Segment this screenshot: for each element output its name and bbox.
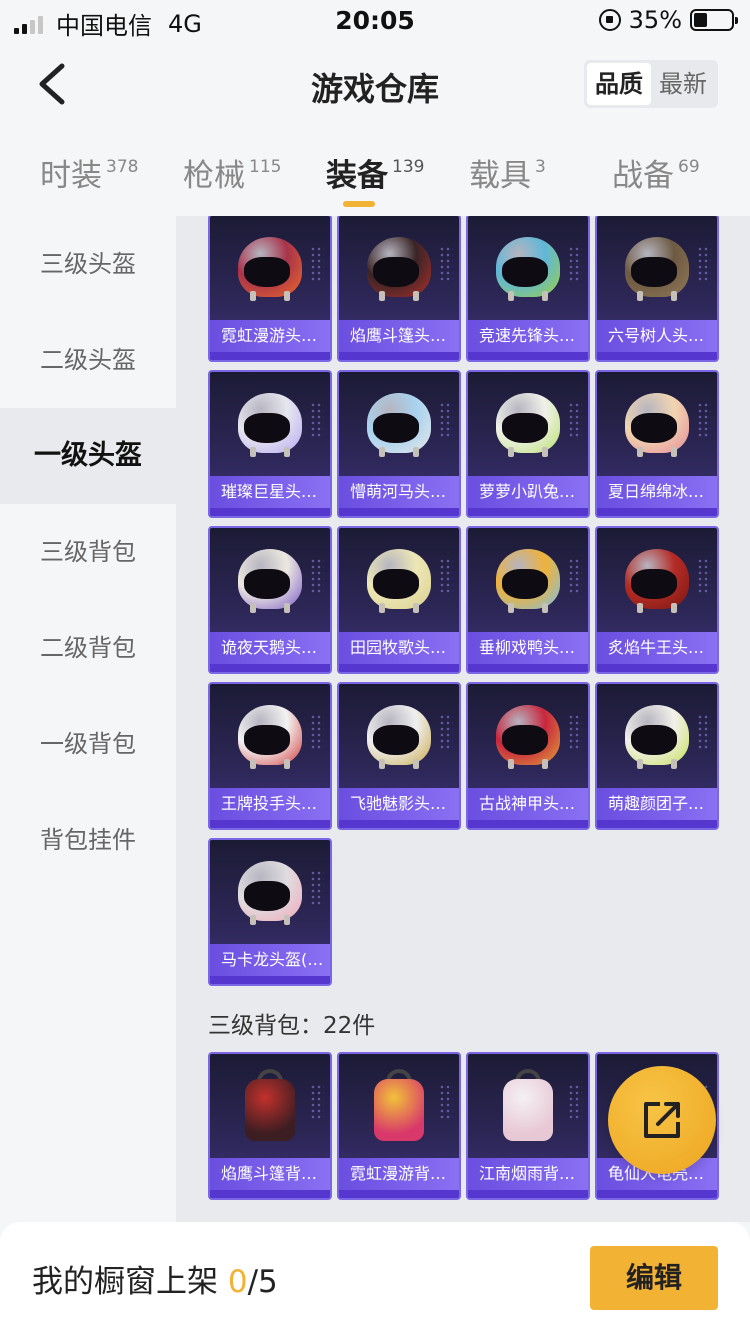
item-name: 夏日绵绵冰… [597, 476, 717, 516]
helmet-card[interactable]: 萌趣颜团子… [595, 682, 719, 830]
item-name: 霓虹漫游头… [210, 320, 330, 360]
item-name: 江南烟雨背… [468, 1158, 588, 1198]
helmet-card[interactable]: 萝萝小趴兔… [466, 370, 590, 518]
sidebar-item-level2-backpack[interactable]: 二级背包 [0, 600, 176, 696]
showcase-total: /5 [247, 1264, 278, 1300]
item-name: 垂柳戏鸭头… [468, 632, 588, 672]
tab-guns[interactable]: 枪械 115 [183, 150, 281, 195]
active-tab-indicator [343, 201, 375, 207]
bottom-bar: 我的橱窗上架 0/5 编辑 [0, 1222, 750, 1334]
item-name: 炙焰牛王头… [597, 632, 717, 672]
status-bar: 中国电信 4G 20:05 35% [0, 0, 750, 40]
card-pattern [568, 246, 582, 282]
card-pattern [697, 714, 711, 750]
card-pattern [310, 870, 324, 906]
card-pattern [310, 246, 324, 282]
battery-icon [690, 9, 738, 31]
item-name: 萌趣颜团子… [597, 788, 717, 828]
item-name: 王牌投手头… [210, 788, 330, 828]
item-name: 六号树人头… [597, 320, 717, 360]
card-pattern [697, 246, 711, 282]
card-pattern [568, 558, 582, 594]
category-tabs: 时装 378 枪械 115 装备 139 载具 3 战备 69 [0, 140, 750, 216]
item-name: 萝萝小趴兔… [468, 476, 588, 516]
card-pattern [439, 558, 453, 594]
card-pattern [568, 714, 582, 750]
share-button[interactable] [608, 1066, 716, 1174]
helmet-card[interactable]: 王牌投手头… [208, 682, 332, 830]
sidebar-item-level3-helmet[interactable]: 三级头盔 [0, 216, 176, 312]
sidebar-item-level1-backpack[interactable]: 一级背包 [0, 696, 176, 792]
showcase-status: 我的橱窗上架 0/5 [32, 1264, 278, 1300]
sidebar-item-level1-helmet[interactable]: 一级头盔 [0, 408, 176, 504]
item-name: 古战神甲头… [468, 788, 588, 828]
helmet-card[interactable]: 懵萌河马头… [337, 370, 461, 518]
helmet-card[interactable]: 马卡龙头盔(… [208, 838, 332, 986]
item-name: 焰鹰斗篷背… [210, 1158, 330, 1198]
card-pattern [439, 402, 453, 438]
card-pattern [697, 558, 711, 594]
helmet-card[interactable]: 璀璨巨星头… [208, 370, 332, 518]
card-pattern [568, 402, 582, 438]
helmet-card[interactable]: 焰鹰斗篷头… [337, 216, 461, 362]
card-pattern [310, 558, 324, 594]
edit-button[interactable]: 编辑 [590, 1246, 718, 1310]
helmet-card[interactable]: 六号树人头… [595, 216, 719, 362]
helmet-card[interactable]: 竞速先锋头… [466, 216, 590, 362]
sort-option-latest[interactable]: 最新 [651, 63, 715, 105]
section-title-backpacks: 三级背包：22件 [208, 1013, 376, 1039]
item-name: 马卡龙头盔(… [210, 944, 330, 984]
helmet-card[interactable]: 飞驰魅影头… [337, 682, 461, 830]
showcase-count: 0 [227, 1264, 248, 1300]
item-name: 诡夜天鹅头… [210, 632, 330, 672]
backpack-card[interactable]: 江南烟雨背… [466, 1052, 590, 1200]
sidebar-item-level3-backpack[interactable]: 三级背包 [0, 504, 176, 600]
helmet-card[interactable]: 古战神甲头… [466, 682, 590, 830]
card-pattern [310, 714, 324, 750]
backpack-card[interactable]: 霓虹漫游背… [337, 1052, 461, 1200]
backpack-card[interactable]: 焰鹰斗篷背… [208, 1052, 332, 1200]
tab-vehicles[interactable]: 载具 3 [469, 150, 546, 195]
helmet-card[interactable]: 霓虹漫游头… [208, 216, 332, 362]
item-name: 竞速先锋头… [468, 320, 588, 360]
helmet-card[interactable]: 田园牧歌头… [337, 526, 461, 674]
helmet-card[interactable]: 诡夜天鹅头… [208, 526, 332, 674]
item-name: 霓虹漫游背… [339, 1158, 459, 1198]
share-icon [644, 1102, 680, 1138]
tab-equipment[interactable]: 装备 139 [326, 150, 424, 195]
item-list[interactable]: 霓虹漫游头… 焰鹰斗篷头… 竞速先锋头… 六号树人头… 璀璨巨星头… 懵萌河马头… 萝萝小趴… [176, 216, 750, 1222]
card-pattern [439, 246, 453, 282]
item-name: 璀璨巨星头… [210, 476, 330, 516]
tab-fashion[interactable]: 时装 378 [40, 150, 138, 195]
helmet-card[interactable]: 垂柳戏鸭头… [466, 526, 590, 674]
item-name: 焰鹰斗篷头… [339, 320, 459, 360]
item-name: 懵萌河马头… [339, 476, 459, 516]
card-pattern [568, 1084, 582, 1120]
helmet-card[interactable]: 夏日绵绵冰… [595, 370, 719, 518]
battery-percent: 35% [628, 6, 682, 34]
sort-toggle: 品质 最新 [584, 60, 718, 108]
helmet-grid: 霓虹漫游头… 焰鹰斗篷头… 竞速先锋头… 六号树人头… 璀璨巨星头… 懵萌河马头… 萝萝小趴… [208, 216, 720, 996]
card-pattern [697, 402, 711, 438]
card-pattern [439, 714, 453, 750]
card-pattern [310, 1084, 324, 1120]
sidebar-item-backpack-charm[interactable]: 背包挂件 [0, 792, 176, 888]
helmet-card[interactable]: 炙焰牛王头… [595, 526, 719, 674]
rotation-lock-icon [598, 9, 621, 31]
card-pattern [310, 402, 324, 438]
sidebar: 三级头盔 二级头盔 一级头盔 三级背包 二级背包 一级背包 背包挂件 [0, 216, 176, 1334]
tab-supplies[interactable]: 战备 69 [612, 150, 700, 195]
item-name: 飞驰魅影头… [339, 788, 459, 828]
sidebar-item-level2-helmet[interactable]: 二级头盔 [0, 312, 176, 408]
item-name: 田园牧歌头… [339, 632, 459, 672]
header: 游戏仓库 品质 最新 [0, 40, 750, 130]
card-pattern [439, 1084, 453, 1120]
sort-option-quality[interactable]: 品质 [587, 63, 651, 105]
